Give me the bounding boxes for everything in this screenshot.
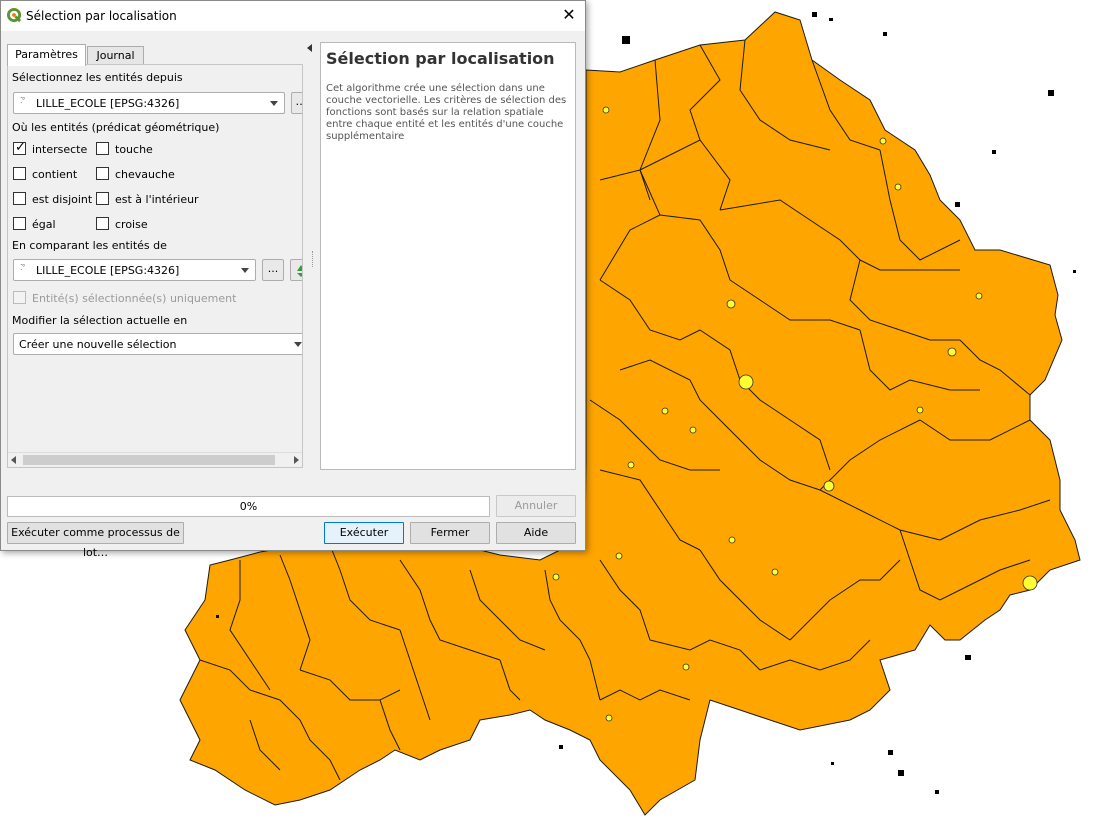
source-layer-label: Sélectionnez les entités depuis xyxy=(12,71,183,84)
run-button[interactable]: Exécuter xyxy=(324,522,404,544)
scroll-right-icon[interactable] xyxy=(294,456,299,464)
highlight-polygon xyxy=(947,347,957,357)
label-contient: contient xyxy=(32,168,78,181)
horizontal-scrollbar[interactable] xyxy=(8,452,302,467)
label-chevauche: chevauche xyxy=(115,168,175,181)
progress-bar: 0% xyxy=(7,496,490,517)
highlight-polygon xyxy=(627,461,635,469)
modify-selection-value: Créer une nouvelle sélection xyxy=(19,338,177,351)
close-icon[interactable]: ✕ xyxy=(553,1,585,31)
batch-process-button[interactable]: Exécuter comme processus de lot… xyxy=(7,522,184,559)
point-layer-icon: ⁚° xyxy=(20,96,25,105)
checkbox-chevauche[interactable] xyxy=(96,167,109,180)
label-egal: égal xyxy=(32,218,56,231)
highlight-polygon xyxy=(728,536,736,544)
compare-layer-value: LILLE_ECOLE [EPSG:4326] xyxy=(36,264,180,277)
checkbox-est-disjoint[interactable] xyxy=(13,192,26,205)
highlight-polygon xyxy=(605,714,613,722)
tab-parametres[interactable]: Paramètres xyxy=(7,44,86,66)
collapse-panel-icon[interactable] xyxy=(307,44,312,52)
parameters-panel: Sélectionnez les entités depuis ⁚° LILLE… xyxy=(7,64,303,468)
check-icon: ✓ xyxy=(15,140,26,155)
chevron-down-icon xyxy=(294,342,302,347)
highlight-polygon xyxy=(661,407,669,415)
highlight-polygon xyxy=(894,183,902,191)
label-touche: touche xyxy=(115,143,153,156)
help-description: Cet algorithme crée une sélection dans u… xyxy=(326,83,567,142)
highlight-polygon xyxy=(823,480,835,492)
help-panel: Sélection par localisation Cet algorithm… xyxy=(320,42,576,470)
selection-dialog: Sélection par localisation ✕ Paramètres … xyxy=(0,0,586,559)
highlight-polygon xyxy=(1022,575,1038,591)
help-title: Sélection par localisation xyxy=(326,49,555,68)
tab-journal[interactable]: Journal xyxy=(87,46,144,65)
chevron-down-icon xyxy=(241,268,249,273)
highlight-polygon xyxy=(771,568,779,576)
chevron-down-icon xyxy=(270,101,278,106)
scrollbar-thumb[interactable] xyxy=(23,455,275,465)
highlight-polygon xyxy=(552,573,560,581)
highlight-polygon xyxy=(682,663,690,671)
compare-layer-combo[interactable]: ⁚° LILLE_ECOLE [EPSG:4326] xyxy=(13,259,256,281)
predicate-label: Où les entités (prédicat géométrique) xyxy=(12,121,220,134)
highlight-polygon xyxy=(726,299,736,309)
checkbox-egal[interactable] xyxy=(13,217,26,230)
window-title: Sélection par localisation xyxy=(26,9,177,23)
highlight-polygon xyxy=(602,106,610,114)
highlight-polygon xyxy=(615,552,623,560)
checkbox-selected-only[interactable] xyxy=(13,291,26,304)
source-layer-value: LILLE_ECOLE [EPSG:4326] xyxy=(36,97,180,110)
checkbox-contient[interactable] xyxy=(13,167,26,180)
title-bar[interactable]: Sélection par localisation ✕ xyxy=(1,1,585,31)
checkbox-touche[interactable] xyxy=(96,142,109,155)
qgis-logo-icon xyxy=(7,8,22,23)
compare-more-button[interactable]: ... xyxy=(262,259,284,281)
splitter-handle[interactable] xyxy=(312,251,315,267)
label-est-a-l-interieur: est à l'intérieur xyxy=(115,193,199,206)
source-more-button[interactable]: … xyxy=(291,92,302,114)
highlight-polygon xyxy=(916,406,924,414)
scroll-left-icon[interactable] xyxy=(11,456,16,464)
label-croise: croise xyxy=(115,218,148,231)
checkbox-croise[interactable] xyxy=(96,217,109,230)
highlight-polygon xyxy=(879,137,887,145)
cancel-button[interactable]: Annuler xyxy=(496,495,576,517)
modify-selection-combo[interactable]: Créer une nouvelle sélection xyxy=(13,333,302,355)
checkbox-est-a-l-interieur[interactable] xyxy=(96,192,109,205)
selected-only-label: Entité(s) sélectionnée(s) uniquement xyxy=(32,292,237,305)
highlight-polygon xyxy=(738,374,754,390)
close-button[interactable]: Fermer xyxy=(410,522,490,544)
modify-selection-label: Modifier la sélection actuelle en xyxy=(12,314,188,327)
iterate-icon[interactable] xyxy=(290,259,302,281)
point-layer-icon: ⁚° xyxy=(20,263,25,272)
highlight-polygon xyxy=(689,426,697,434)
compare-layer-label: En comparant les entités de xyxy=(12,239,167,252)
label-est-disjoint: est disjoint xyxy=(32,193,93,206)
recycle-icon xyxy=(297,265,302,277)
checkbox-intersecte[interactable]: ✓ xyxy=(13,140,26,155)
highlight-polygon xyxy=(975,292,983,300)
label-intersecte: intersecte xyxy=(32,143,88,156)
help-button[interactable]: Aide xyxy=(496,522,576,544)
source-layer-combo[interactable]: ⁚° LILLE_ECOLE [EPSG:4326] xyxy=(13,92,285,114)
